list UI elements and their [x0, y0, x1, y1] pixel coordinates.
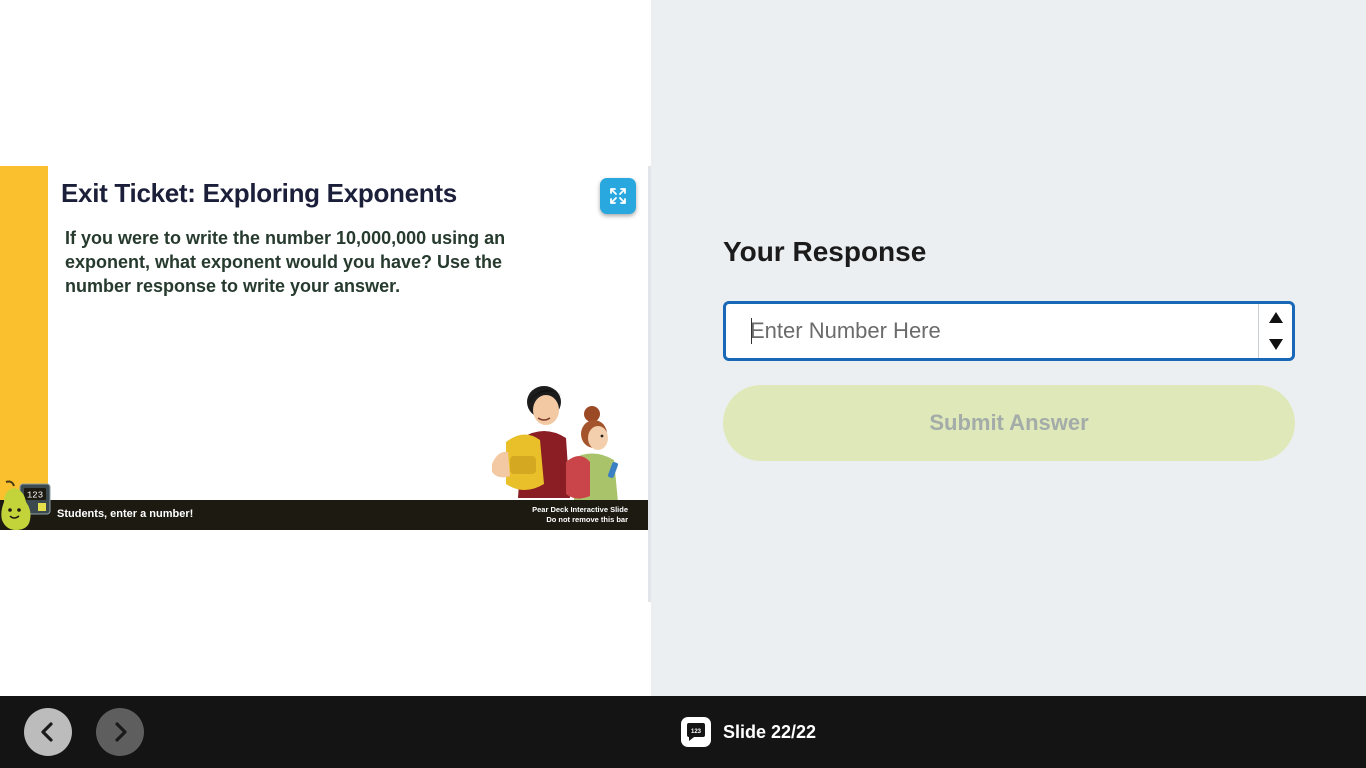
expand-icon: [610, 188, 626, 204]
footer-instruction: Students, enter a number!: [57, 508, 194, 520]
slide-type-icon-text: 123: [691, 729, 702, 735]
increment-button[interactable]: [1259, 304, 1293, 331]
pear-logo-digits: 123: [27, 491, 43, 501]
text-caret: [751, 318, 752, 344]
students-illustration: [492, 386, 618, 502]
number-response-field[interactable]: [723, 301, 1295, 361]
pear-deck-number-logo: 123: [1, 480, 51, 530]
footer-note: Pear Deck Interactive Slide Do not remov…: [532, 505, 628, 525]
chevron-left-icon: [41, 722, 53, 742]
slide-indicator: 123 Slide 22/22: [681, 717, 816, 747]
slide-footer-bar: Students, enter a number! Pear Deck Inte…: [0, 500, 648, 530]
response-panel: Your Response Submit Answer: [651, 0, 1366, 696]
triangle-down-icon: [1269, 339, 1283, 350]
chevron-right-icon: [115, 722, 127, 742]
footer-note-line1: Pear Deck Interactive Slide: [532, 505, 628, 514]
slide-counter: Slide 22/22: [723, 721, 817, 742]
slide-panel: Exit Ticket: Exploring Exponents If you …: [0, 0, 651, 696]
slide-accent-bar: [0, 166, 48, 500]
number-stepper[interactable]: [1258, 304, 1292, 358]
slide-title: Exit Ticket: Exploring Exponents: [61, 178, 457, 208]
slide-question: If you were to write the number 10,000,0…: [65, 228, 506, 296]
expand-slide-button[interactable]: [600, 178, 636, 214]
number-input[interactable]: [726, 304, 1256, 358]
bottom-navigation-bar: 123 Slide 22/22: [0, 696, 1366, 768]
submit-answer-button[interactable]: Submit Answer: [723, 385, 1295, 461]
previous-slide-button[interactable]: [24, 708, 72, 756]
triangle-up-icon: [1269, 312, 1283, 323]
response-heading: Your Response: [723, 236, 927, 267]
decrement-button[interactable]: [1259, 331, 1293, 358]
footer-note-line2: Do not remove this bar: [546, 515, 628, 524]
number-response-icon: 123: [681, 717, 711, 747]
next-slide-button[interactable]: [96, 708, 144, 756]
slide-view: Exit Ticket: Exploring Exponents If you …: [0, 166, 648, 530]
